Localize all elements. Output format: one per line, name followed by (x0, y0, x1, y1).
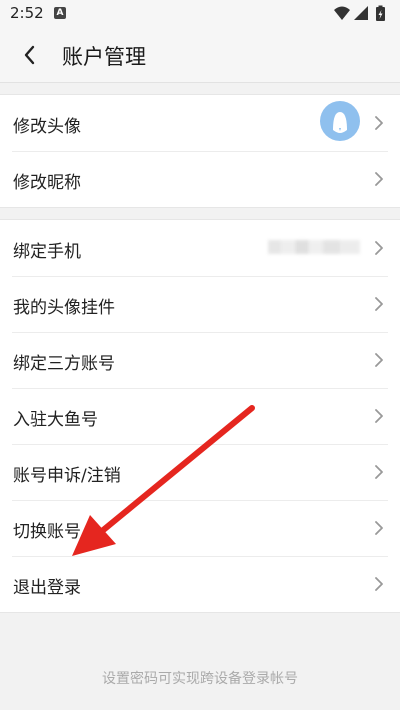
battery-icon (376, 5, 385, 21)
row-label: 绑定手机 (13, 242, 81, 262)
appeal-cancel-row[interactable]: 账号申诉/注销 (0, 444, 400, 500)
redacted-phone-value (268, 240, 360, 254)
chevron-right-icon (375, 241, 383, 255)
row-label: 入驻大鱼号 (13, 410, 98, 430)
default-avatar-icon (333, 112, 347, 133)
status-time: 2:52 (10, 4, 44, 22)
change-avatar-row[interactable]: 修改头像 (0, 95, 400, 151)
chevron-right-icon (375, 521, 383, 535)
wifi-icon (334, 6, 350, 20)
profile-settings-group: 修改头像 修改昵称 (0, 94, 400, 208)
row-label: 绑定三方账号 (13, 354, 115, 374)
chevron-left-icon (24, 45, 35, 65)
row-label: 修改昵称 (13, 173, 81, 193)
chevron-right-icon (375, 116, 383, 130)
chevron-right-icon (375, 297, 383, 311)
chevron-right-icon (375, 409, 383, 423)
row-label: 账号申诉/注销 (13, 466, 121, 486)
status-icons (332, 5, 390, 23)
row-label: 我的头像挂件 (13, 298, 115, 318)
row-label: 切换账号 (13, 522, 81, 542)
chevron-right-icon (375, 577, 383, 591)
footer-hint[interactable]: 设置密码可实现跨设备登录帐号 (0, 668, 400, 688)
join-dayu-row[interactable]: 入驻大鱼号 (0, 388, 400, 444)
chevron-right-icon (375, 465, 383, 479)
avatar-pendant-row[interactable]: 我的头像挂件 (0, 276, 400, 332)
signal-icon (354, 6, 368, 20)
status-bar: 2:52 A (0, 0, 400, 28)
avatar (320, 101, 360, 141)
change-nickname-row[interactable]: 修改昵称 (0, 151, 400, 207)
chevron-right-icon (375, 172, 383, 186)
account-settings-group: 绑定手机 我的头像挂件 绑定三方账号 入驻大鱼号 账号申诉/注销 切换账号 退出… (0, 219, 400, 613)
bind-phone-row[interactable]: 绑定手机 (0, 220, 400, 276)
logout-row[interactable]: 退出登录 (0, 556, 400, 612)
notification-icon: A (54, 7, 66, 19)
app-header: 账户管理 (0, 28, 400, 83)
row-label: 修改头像 (13, 117, 81, 137)
chevron-right-icon (375, 353, 383, 367)
switch-account-row[interactable]: 切换账号 (0, 500, 400, 556)
row-label: 退出登录 (13, 578, 81, 598)
back-button[interactable] (16, 40, 46, 70)
bind-third-party-row[interactable]: 绑定三方账号 (0, 332, 400, 388)
page-title: 账户管理 (62, 45, 146, 69)
